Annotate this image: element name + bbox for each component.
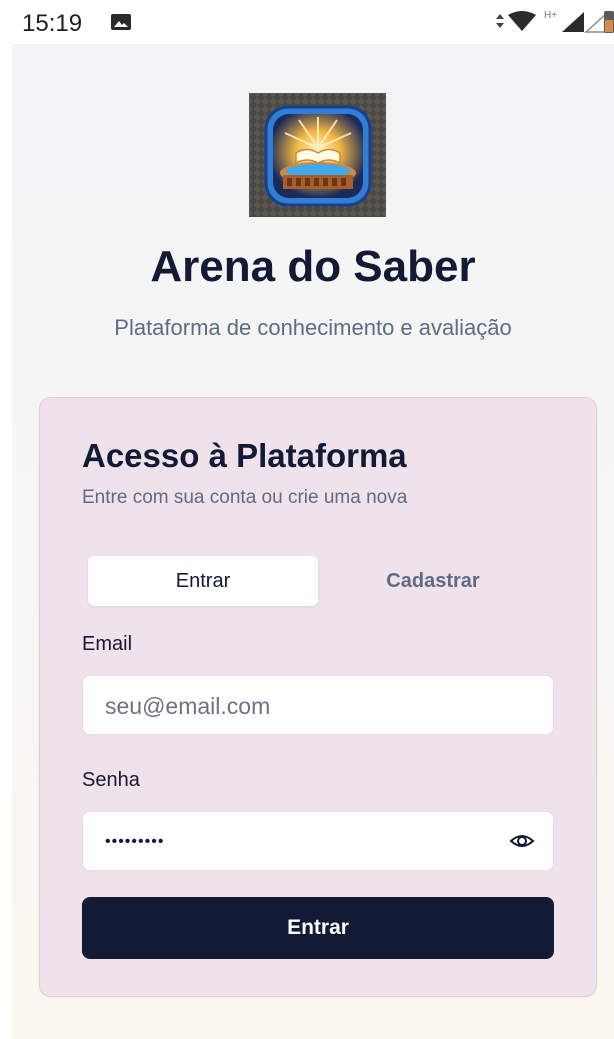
status-time: 15:19 (22, 10, 83, 37)
login-submit-button[interactable]: Entrar (82, 897, 554, 959)
password-label: Senha (82, 769, 140, 791)
network-type-label: H+ (544, 10, 557, 21)
app-screen: Arena do Saber Plataforma de conheciment… (12, 44, 614, 1039)
email-field[interactable] (103, 676, 507, 736)
password-field[interactable] (103, 812, 507, 872)
status-bar: 15:19 H+ (0, 0, 614, 44)
password-field-wrapper (82, 811, 554, 872)
auth-tabs: Entrar Cadastrar (82, 550, 554, 610)
status-icons: H+ (496, 10, 614, 33)
app-title: Arena do Saber (150, 242, 476, 291)
signal-icon (562, 12, 584, 32)
email-field-wrapper (82, 675, 554, 736)
tab-login[interactable]: Entrar (88, 556, 318, 606)
signal-empty-icon (584, 12, 607, 33)
arena-book-logo-icon (264, 105, 372, 207)
battery-icon (604, 11, 614, 33)
app-logo (249, 93, 386, 217)
data-arrows-icon (496, 14, 504, 28)
login-card: Acesso à Plataforma Entre com sua conta … (39, 397, 597, 997)
image-icon (111, 14, 131, 30)
card-title: Acesso à Plataforma (82, 437, 407, 474)
app-subtitle: Plataforma de conhecimento e avaliação (114, 315, 512, 340)
card-description: Entre com sua conta ou crie uma nova (82, 487, 408, 508)
email-label: Email (82, 633, 133, 655)
wifi-icon (508, 11, 536, 31)
eye-icon[interactable] (509, 830, 535, 852)
tab-register[interactable]: Cadastrar (318, 556, 548, 606)
